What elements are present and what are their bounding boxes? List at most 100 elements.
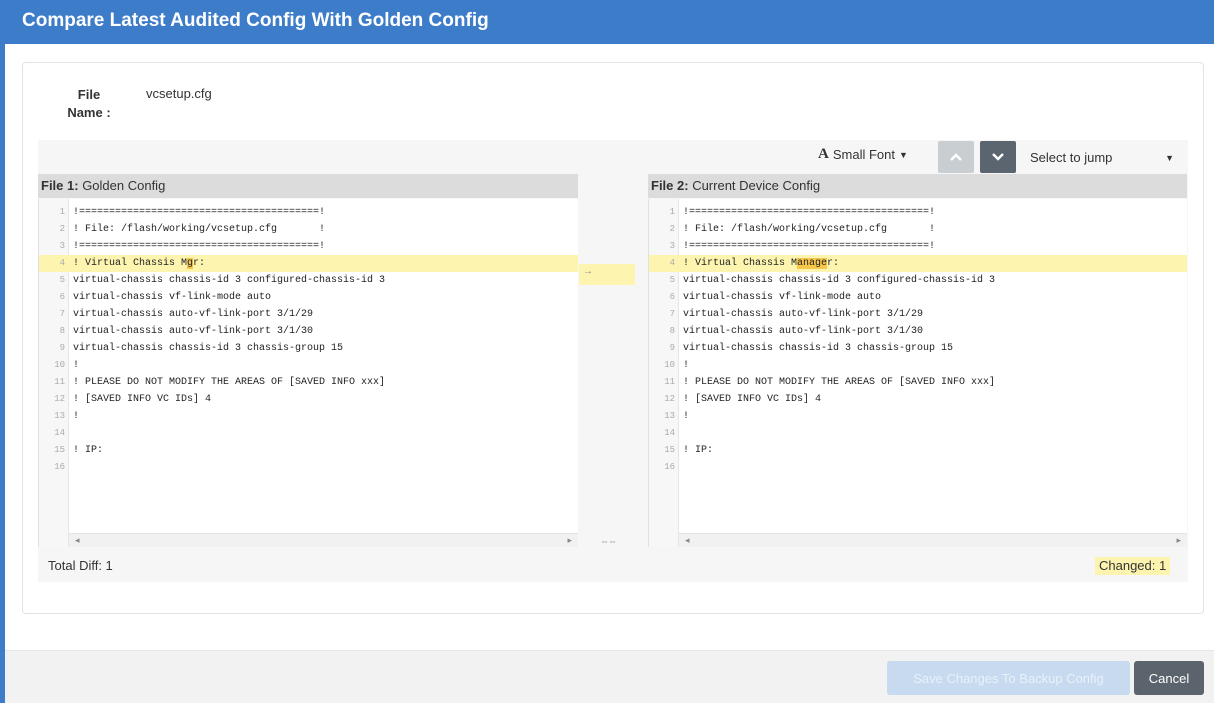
dialog-header: Compare Latest Audited Config With Golde… [0,0,1214,44]
changed-code-line: 4 ! Virtual Chassis Mgr: [39,255,578,272]
line-number: 10 [54,360,65,370]
line-number: 8 [669,326,675,336]
code-text: ! IP: [683,445,714,456]
line-number: 4 [59,258,65,268]
line-number: 5 [669,275,675,285]
left-pane-header: File 1: Golden Config [38,174,578,198]
code-text: virtual-chassis chassis-id 3 chassis-gro… [73,343,344,354]
code-line: 9 virtual-chassis chassis-id 3 chassis-gr… [649,340,1187,357]
dialog-left-border [0,44,5,703]
line-number: 3 [669,241,675,251]
code-line: 2 ! File: /flash/working/vcsetup.cfg ! [39,221,578,238]
save-to-backup-button[interactable]: Save Changes To Backup Config [887,661,1130,695]
file-name-label: File Name : [67,87,111,120]
code-line: 7 virtual-chassis auto-vf-link-port 3/1/2… [649,306,1187,323]
code-text: !=======================================… [683,207,936,218]
code-text: ! Virtual Chassis Mgr: [73,258,206,269]
line-number: 7 [59,309,65,319]
code-line: 16 [649,459,1187,476]
code-line: 5 virtual-chassis chassis-id 3 configured… [649,272,1187,289]
code-text: !=======================================… [683,241,936,252]
code-text: ! PLEASE DO NOT MODIFY THE AREAS OF [SAV… [73,377,386,388]
code-line: 1 !======================================… [649,204,1187,221]
line-number: 2 [59,224,65,234]
line-number: 8 [59,326,65,336]
line-number: 10 [664,360,675,370]
diff-arrow-icon: → [583,266,593,277]
font-size-dropdown[interactable]: A Small Font ▼ [818,146,908,163]
line-number: 9 [669,343,675,353]
code-line: 6 virtual-chassis vf-link-mode auto [39,289,578,306]
code-text: ! File: /flash/working/vcsetup.cfg ! [73,224,326,235]
code-line: 11 ! PLEASE DO NOT MODIFY THE AREAS OF [S… [39,374,578,391]
code-text: ! Virtual Chassis Manager: [683,258,840,269]
line-number: 9 [59,343,65,353]
line-number: 1 [59,207,65,217]
line-number: 4 [669,258,675,268]
code-text: virtual-chassis auto-vf-link-port 3/1/30 [73,326,314,337]
jump-select[interactable]: Select to jump ▼ [1022,141,1182,173]
line-number: 11 [664,377,675,387]
file-name-value: vcsetup.cfg [146,86,212,101]
code-line: 15 ! IP: [39,442,578,459]
line-number: 5 [59,275,65,285]
line-number: 15 [54,445,65,455]
code-text: ! IP: [73,445,104,456]
code-text: ! [SAVED INFO VC IDs] 4 [73,394,212,405]
right-pane-title-prefix: File 2: [651,178,689,193]
line-number: 7 [669,309,675,319]
code-line: 3 !======================================… [649,238,1187,255]
code-line: 1 !======================================… [39,204,578,221]
code-line: 8 virtual-chassis auto-vf-link-port 3/1/3… [649,323,1187,340]
next-diff-button[interactable] [980,141,1016,173]
line-number: 1 [669,207,675,217]
code-text: virtual-chassis auto-vf-link-port 3/1/30 [683,326,924,337]
code-text: virtual-chassis auto-vf-link-port 3/1/29 [73,309,314,320]
code-text: !=======================================… [73,241,326,252]
line-number: 12 [664,394,675,404]
code-line: 6 virtual-chassis vf-link-mode auto [649,289,1187,306]
code-text: virtual-chassis vf-link-mode auto [683,292,882,303]
code-text: virtual-chassis chassis-id 3 chassis-gro… [683,343,954,354]
code-line: 11 ! PLEASE DO NOT MODIFY THE AREAS OF [S… [649,374,1187,391]
line-number: 16 [664,462,675,472]
code-text: virtual-chassis vf-link-mode auto [73,292,272,303]
code-line: 10! [39,357,578,374]
left-pane-title-prefix: File 1: [41,178,79,193]
scroll-right-icon[interactable]: ▸ [1176,535,1181,546]
jump-select-value: Select to jump [1030,149,1113,165]
right-code-editor[interactable]: 1 !======================================… [648,199,1187,547]
changed-count-badge: Changed: 1 [1095,557,1171,575]
left-pane-title: Golden Config [78,178,166,193]
left-code-editor[interactable]: 1 !======================================… [38,199,578,547]
line-number: 16 [54,462,65,472]
caret-down-icon: ▼ [1165,153,1174,163]
sync-scroll-icon[interactable]: ⇔⇔ [600,536,617,546]
code-line: 3 !======================================… [39,238,578,255]
line-number: 6 [59,292,65,302]
chevron-down-icon [992,153,1004,161]
line-number: 2 [669,224,675,234]
dialog-title: Compare Latest Audited Config With Golde… [22,10,489,31]
scroll-left-icon[interactable]: ◂ [75,535,80,546]
code-text: ! [683,360,690,371]
code-text: virtual-chassis chassis-id 3 configured-… [683,275,996,286]
previous-diff-button[interactable] [938,141,974,173]
line-number: 6 [669,292,675,302]
scroll-right-icon[interactable]: ▸ [567,535,572,546]
left-horizontal-scrollbar[interactable]: ◂ ▸ [69,533,578,547]
code-text: virtual-chassis auto-vf-link-port 3/1/29 [683,309,924,320]
code-text: ! [SAVED INFO VC IDs] 4 [683,394,822,405]
cancel-button[interactable]: Cancel [1134,661,1204,695]
line-number: 11 [54,377,65,387]
right-pane-header: File 2: Current Device Config [648,174,1187,198]
code-text: ! [73,411,80,422]
code-line: 15 ! IP: [649,442,1187,459]
scroll-left-icon[interactable]: ◂ [685,535,690,546]
right-horizontal-scrollbar[interactable]: ◂ ▸ [679,533,1187,547]
code-line: 14 [649,425,1187,442]
line-number: 12 [54,394,65,404]
right-pane-title: Current Device Config [688,178,821,193]
diff-connector-marker[interactable]: → [579,264,635,285]
code-line: 16 [39,459,578,476]
